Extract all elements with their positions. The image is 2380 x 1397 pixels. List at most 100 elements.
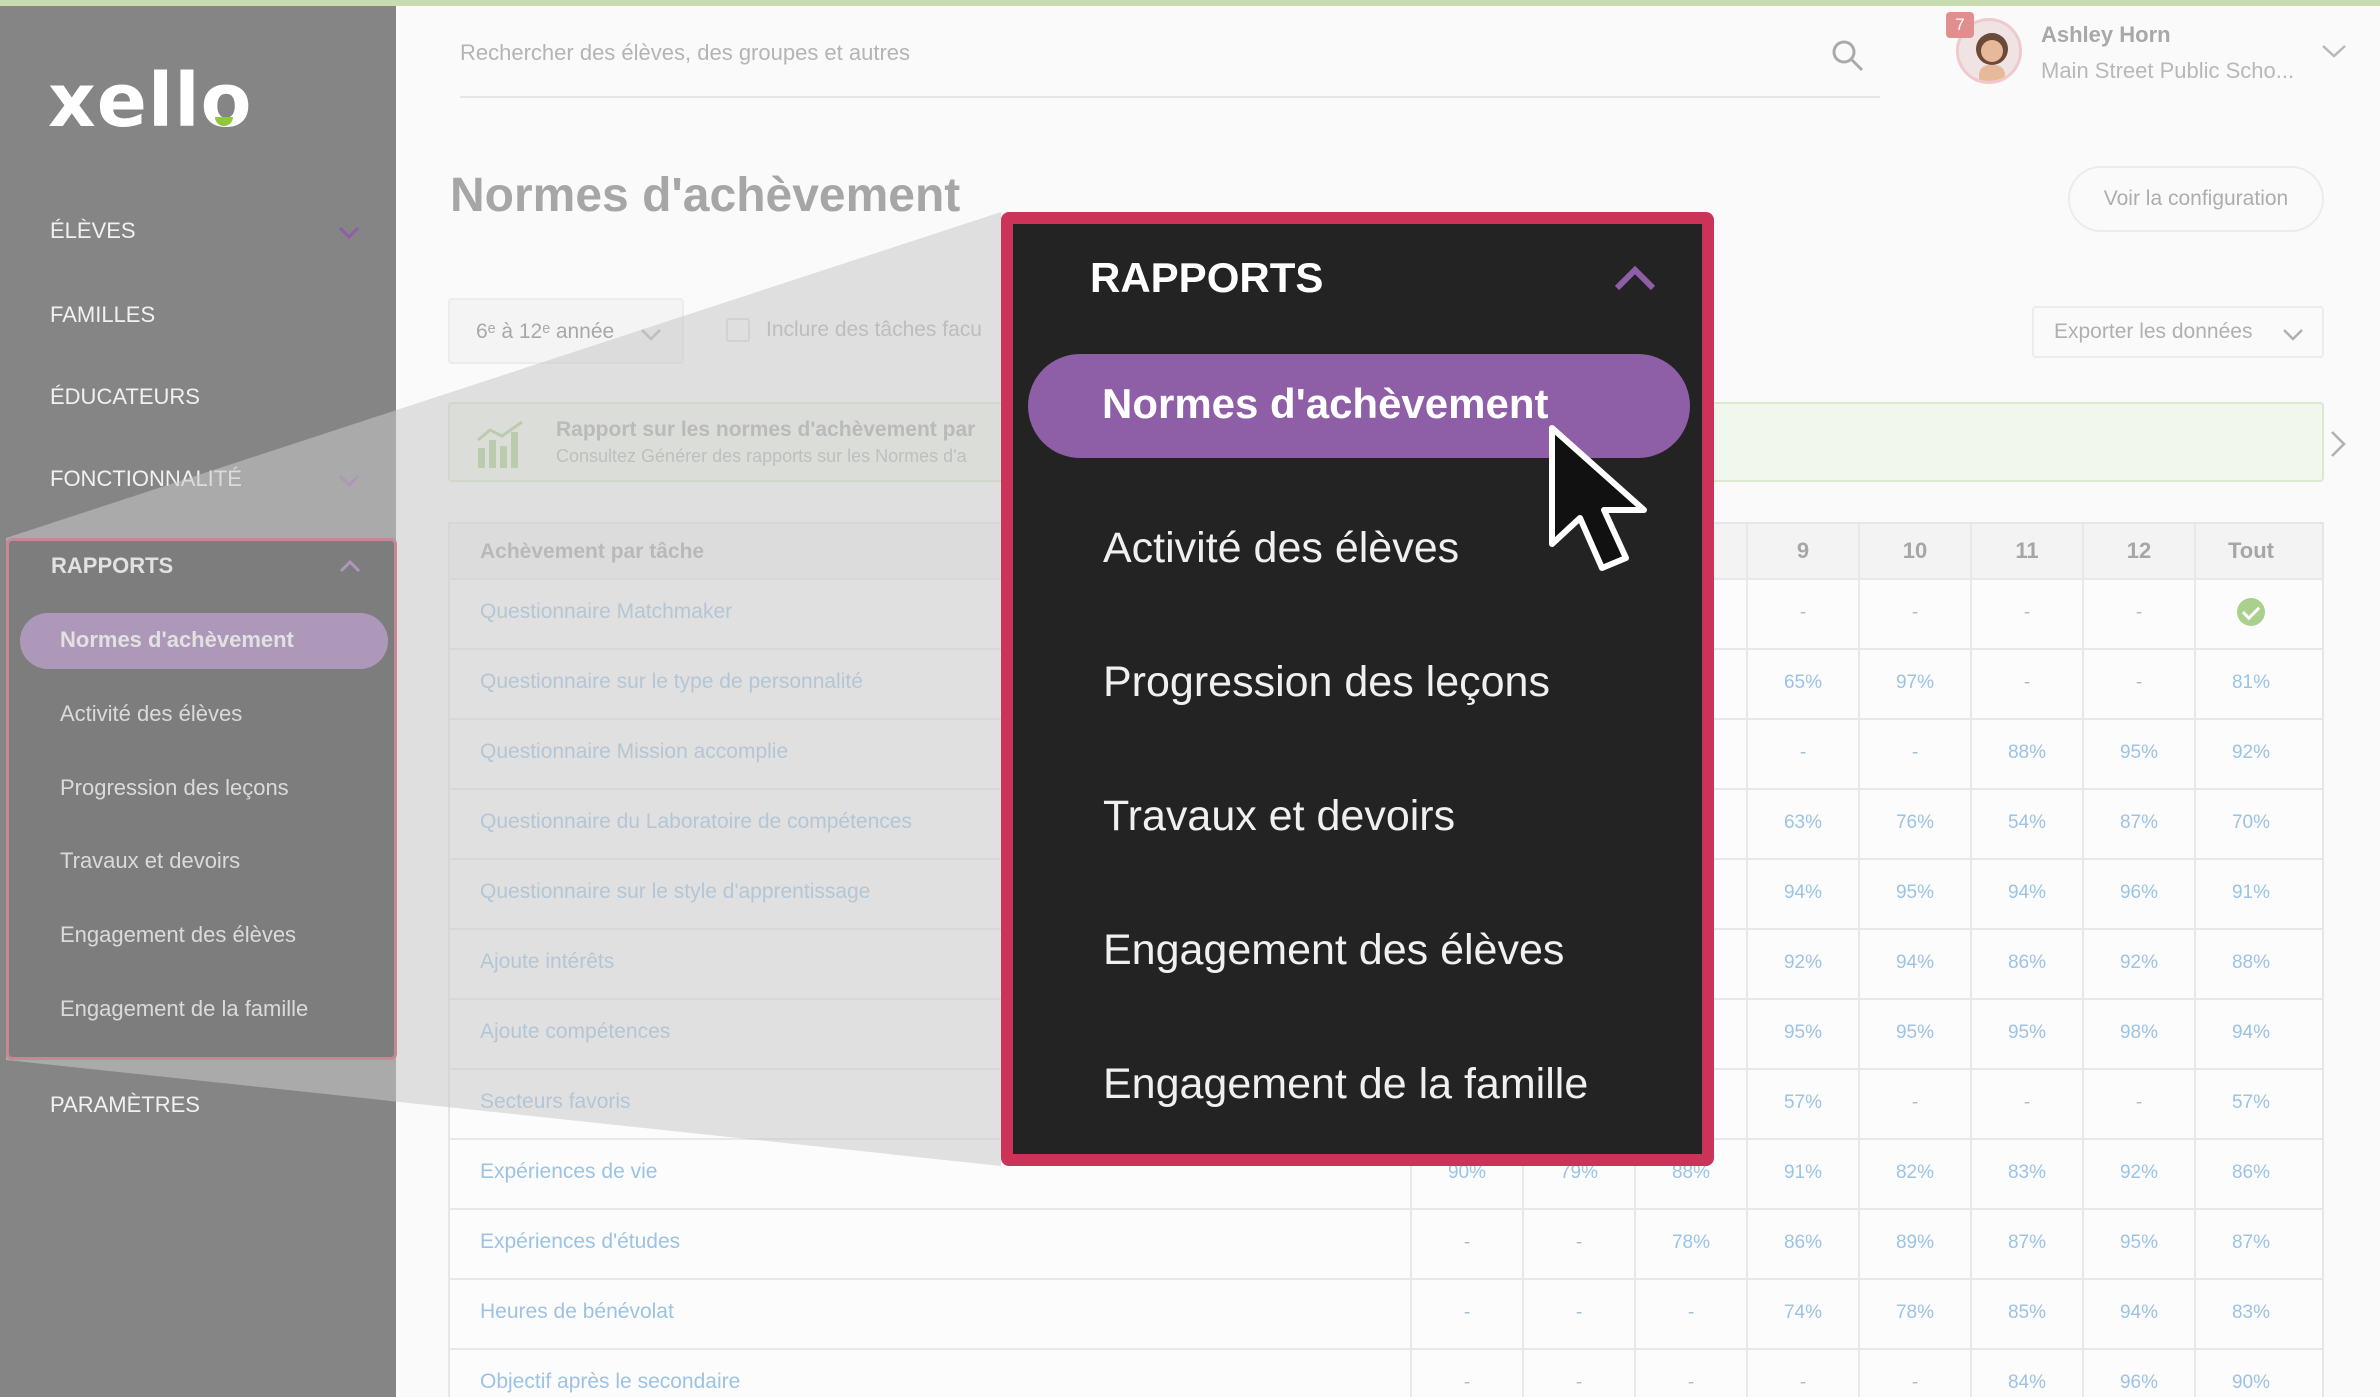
table-cell: 92% [2082, 1140, 2194, 1208]
table-cell: 92% [2082, 930, 2194, 998]
table-cell: 86% [1970, 930, 2082, 998]
sidebar-subitem-engagement-famille[interactable]: Engagement de la famille [60, 996, 308, 1022]
task-link[interactable]: Expériences de vie [480, 1160, 657, 1184]
sidebar-item-educateurs[interactable]: ÉDUCATEURS [50, 384, 200, 410]
sidebar: xello ÉLÈVES FAMILLES ÉDUCATEURS FONCTIO… [0, 0, 397, 1397]
table-cell: 95% [1858, 1000, 1970, 1068]
zoomed-activite[interactable]: Activité des élèves [1103, 524, 1459, 573]
export-data-label: Exporter les données [2054, 320, 2253, 343]
task-link[interactable]: Questionnaire Matchmaker [480, 600, 732, 624]
search-bar[interactable]: Rechercher des élèves, des groupes et au… [460, 38, 1880, 98]
table-cell: - [1970, 580, 2082, 648]
zoomed-travaux[interactable]: Travaux et devoirs [1103, 792, 1455, 841]
table-cell: - [1410, 1350, 1522, 1397]
table-cell: - [1410, 1210, 1522, 1278]
table-cell: 81% [2194, 650, 2306, 718]
zoomed-progression[interactable]: Progression des leçons [1103, 658, 1550, 707]
table-cell: 54% [1970, 790, 2082, 858]
table-cell: 92% [2194, 720, 2306, 788]
top-accent-line [0, 0, 2380, 6]
chevron-up-icon[interactable] [1613, 264, 1657, 297]
banner-subtitle: Consultez Générer des rapports sur les N… [556, 446, 967, 466]
export-data-button[interactable]: Exporter les données [2032, 306, 2324, 358]
task-link[interactable]: Questionnaire sur le type de personnalit… [480, 670, 863, 694]
task-link[interactable]: Secteurs favoris [480, 1090, 631, 1114]
table-row: Objectif après le secondaire - - - - -84% 96% 9… [450, 1350, 2322, 1397]
table-cell: 98% [2082, 1000, 2194, 1068]
table-cell: 95% [1970, 1000, 2082, 1068]
sidebar-item-eleves[interactable]: ÉLÈVES [50, 218, 360, 244]
table-cell: - [1970, 1070, 2082, 1138]
table-cell: 94% [2194, 1000, 2306, 1068]
table-cell: 87% [1970, 1210, 2082, 1278]
table-cell: 96% [2082, 860, 2194, 928]
table-cell: 87% [2194, 1210, 2306, 1278]
task-link[interactable]: Questionnaire sur le style d'apprentissa… [480, 880, 870, 904]
task-link[interactable]: Questionnaire du Laboratoire de compéten… [480, 810, 912, 834]
view-configuration-button[interactable]: Voir la configuration [2068, 166, 2324, 232]
check-circle-icon [2237, 598, 2265, 626]
sidebar-subitem-engagement-eleves[interactable]: Engagement des élèves [60, 922, 296, 948]
user-school: Main Street Public Scho... [2041, 58, 2295, 83]
grade-select[interactable]: 6ᵉ à 12ᵉ année [448, 298, 684, 364]
task-link[interactable]: Questionnaire Mission accomplie [480, 740, 788, 764]
search-icon[interactable] [1830, 38, 1866, 80]
table-cell: 83% [2194, 1280, 2306, 1348]
table-cell: - [1522, 1280, 1634, 1348]
task-link[interactable]: Heures de bénévolat [480, 1300, 674, 1324]
notification-badge[interactable]: 7 [1946, 12, 1974, 38]
include-optional-label: Inclure des tâches facu [766, 318, 982, 341]
table-cell: - [1970, 650, 2082, 718]
sidebar-item-rapports[interactable]: RAPPORTS [51, 553, 173, 579]
table-cell: 89% [1858, 1210, 1970, 1278]
user-name: Ashley Horn [2041, 22, 2171, 47]
include-optional-checkbox[interactable] [726, 318, 750, 342]
table-cell: 78% [1858, 1280, 1970, 1348]
table-cell: - [2082, 580, 2194, 648]
chevron-down-icon[interactable] [2321, 44, 2347, 65]
chevron-up-icon[interactable] [339, 559, 361, 578]
zoomed-rapports-menu: RAPPORTS Normes d'achèvement Activité de… [1001, 212, 1714, 1166]
table-header-label: Achèvement par tâche [480, 540, 705, 563]
table-cell: 88% [1970, 720, 2082, 788]
table-cell: 94% [1970, 860, 2082, 928]
task-link[interactable]: Ajoute compétences [480, 1020, 670, 1044]
table-cell: - [2082, 650, 2194, 718]
sidebar-item-parametres[interactable]: PARAMÈTRES [50, 1092, 200, 1118]
table-cell: - [1858, 1070, 1970, 1138]
table-cell: 78% [1634, 1210, 1746, 1278]
zoomed-engagement-famille[interactable]: Engagement de la famille [1103, 1060, 1588, 1109]
zoomed-engagement-eleves[interactable]: Engagement des élèves [1103, 926, 1564, 975]
task-link[interactable]: Objectif après le secondaire [480, 1370, 740, 1394]
table-cell: 87% [2082, 790, 2194, 858]
table-header-cell: Tout [2194, 524, 2306, 578]
table-cell: - [2082, 1070, 2194, 1138]
sidebar-section-rapports: RAPPORTS Normes d'achèvement Activité de… [6, 538, 397, 1060]
table-cell: 57% [2194, 1070, 2306, 1138]
table-cell: 92% [1746, 930, 1858, 998]
table-cell: 91% [1746, 1140, 1858, 1208]
task-link[interactable]: Expériences d'études [480, 1230, 680, 1254]
table-cell: - [1522, 1350, 1634, 1397]
table-cell: 57% [1746, 1070, 1858, 1138]
table-cell: 63% [1746, 790, 1858, 858]
table-cell: 70% [2194, 790, 2306, 858]
sidebar-subitem-travaux[interactable]: Travaux et devoirs [60, 848, 240, 874]
table-cell: - [1746, 1350, 1858, 1397]
chevron-right-icon[interactable] [2330, 430, 2346, 463]
zoomed-rapports-header[interactable]: RAPPORTS [1090, 254, 1323, 302]
sidebar-item-fonctionnalite[interactable]: FONCTIONNALITÉ [50, 466, 360, 492]
sidebar-item-familles[interactable]: FAMILLES [50, 302, 155, 328]
sidebar-subitem-progression[interactable]: Progression des leçons [60, 775, 289, 801]
table-cell: 90% [2194, 1350, 2306, 1397]
xello-logo[interactable]: xello [48, 58, 253, 144]
task-link[interactable]: Ajoute intérêts [480, 950, 614, 974]
sidebar-subitem-activite[interactable]: Activité des élèves [60, 701, 242, 727]
table-cell: - [1522, 1210, 1634, 1278]
table-cell: 76% [1858, 790, 1970, 858]
page-title: Normes d'achèvement [450, 169, 961, 222]
sidebar-subitem-normes-active[interactable]: Normes d'achèvement [20, 613, 388, 669]
search-input[interactable]: Rechercher des élèves, des groupes et au… [460, 40, 910, 66]
table-cell: 86% [1746, 1210, 1858, 1278]
table-header-cell: 9 [1746, 524, 1858, 578]
